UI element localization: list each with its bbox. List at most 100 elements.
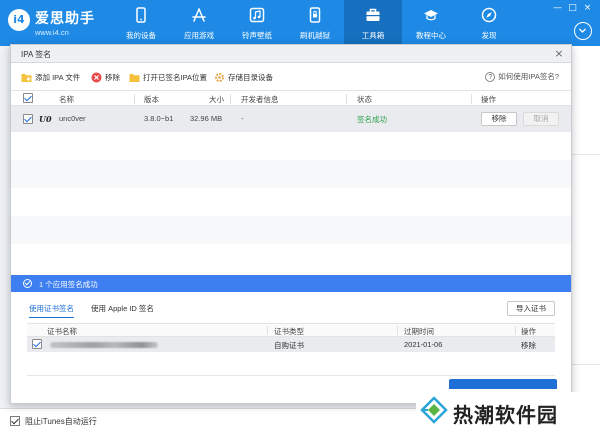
- app-version: 3.8.0~b1: [144, 114, 174, 123]
- empty-row: [11, 188, 571, 216]
- col-separator: [230, 94, 231, 104]
- row-remove-button[interactable]: 移除: [481, 112, 517, 126]
- add-ipa-button[interactable]: 添加 IPA 文件: [21, 71, 80, 83]
- col-cert-type: 证书类型: [274, 327, 304, 336]
- open-signed-location-button[interactable]: 打开已签名IPA位置: [129, 71, 207, 83]
- cert-remove-link[interactable]: 移除: [521, 340, 536, 351]
- app-size: 32.96 MB: [190, 114, 223, 123]
- add-folder-icon: [21, 73, 32, 82]
- col-separator: [267, 326, 268, 335]
- app-logo[interactable]: i4 爱思助手 www.i4.cn: [8, 6, 108, 40]
- col-separator: [397, 326, 398, 335]
- watermark-logo-icon: [420, 396, 448, 424]
- check-circle-icon: [23, 279, 32, 288]
- nav-label: 铃声壁纸: [242, 31, 272, 40]
- nav-ringtones[interactable]: 铃声壁纸: [228, 0, 286, 46]
- background-panel: [572, 46, 600, 432]
- remove-icon: [91, 72, 102, 82]
- tab-cert-sign[interactable]: 使用证书签名: [29, 303, 74, 318]
- phone-icon: [136, 7, 146, 23]
- help-link[interactable]: ? 如何使用IPA签名?: [485, 71, 559, 82]
- row-cancel-button[interactable]: 取消: [523, 112, 559, 126]
- lock-phone-icon: [309, 7, 321, 23]
- col-separator: [134, 94, 135, 104]
- tab-apple-id-sign[interactable]: 使用 Apple ID 签名: [91, 303, 154, 317]
- open-location-label: 打开已签名IPA位置: [143, 72, 208, 82]
- maximize-button[interactable]: □: [566, 3, 579, 14]
- nav-label: 教程中心: [416, 31, 446, 40]
- cert-expiry: 2021-01-06: [404, 340, 443, 349]
- nav-tutorials[interactable]: 教程中心: [402, 0, 460, 46]
- nav-toolbox[interactable]: 工具箱: [344, 0, 402, 46]
- app-url: www.i4.cn: [35, 28, 69, 37]
- col-cert-action: 操作: [521, 327, 536, 336]
- app-store-icon: [192, 8, 206, 22]
- start-sign-button[interactable]: [449, 379, 557, 389]
- add-ipa-label: 添加 IPA 文件: [35, 72, 81, 82]
- storage-dir-label: 存储目录设备: [228, 72, 273, 82]
- nav-label: 应用游戏: [184, 31, 214, 40]
- col-separator: [346, 94, 347, 104]
- block-itunes-checkbox[interactable]: [10, 416, 20, 426]
- dialog-title-bar: IPA 签名 ×: [11, 45, 571, 63]
- music-icon: [249, 7, 265, 23]
- col-action: 操作: [481, 95, 496, 104]
- ipa-sign-dialog: IPA 签名 × 添加 IPA 文件 移除 打开已签名IPA位置 存储目录设备 …: [10, 44, 572, 404]
- window-close-button[interactable]: ×: [581, 3, 594, 14]
- nav-label: 工具箱: [361, 31, 385, 40]
- remove-label: 移除: [105, 72, 120, 82]
- col-status: 状态: [357, 95, 372, 104]
- cert-table-header: 证书名称 证书类型 过期时间 操作: [27, 323, 555, 337]
- nav-discover[interactable]: 发现: [460, 0, 518, 46]
- empty-row: [11, 160, 571, 188]
- storage-dir-button[interactable]: 存储目录设备: [214, 71, 273, 83]
- nav-flash-jailbreak[interactable]: 刷机越狱: [286, 0, 344, 46]
- logo-badge-icon: i4: [8, 9, 30, 31]
- table-row[interactable]: 自购证书 2021-01-06 移除: [27, 337, 555, 352]
- compass-icon: [481, 7, 497, 23]
- row-checkbox[interactable]: [23, 114, 33, 124]
- nav-my-device[interactable]: 我的设备: [112, 0, 170, 46]
- developer-info: -: [241, 114, 244, 123]
- watermark-text: 热潮软件园: [453, 403, 558, 427]
- nav-label: 我的设备: [126, 31, 156, 40]
- ipa-table-header: 名称 版本 大小 开发者信息 状态 操作: [11, 90, 571, 106]
- ipa-table-body: U0 unc0ver 3.8.0~b1 32.96 MB - 签名成功 移除 取…: [11, 106, 571, 276]
- settings-gear-icon: [215, 72, 224, 82]
- block-itunes-label: 阻止iTunes自动运行: [25, 417, 97, 426]
- nav-label: 刷机越狱: [300, 31, 330, 40]
- col-cert-name: 证书名称: [47, 327, 77, 336]
- app-name: unc0ver: [59, 114, 86, 123]
- dialog-close-button[interactable]: ×: [553, 48, 565, 60]
- status-message: 1 个应用签名成功: [39, 280, 98, 289]
- remove-button[interactable]: 移除: [91, 71, 120, 83]
- download-button[interactable]: [574, 22, 592, 40]
- cert-row-checkbox[interactable]: [32, 339, 42, 349]
- col-developer: 开发者信息: [241, 95, 279, 104]
- nav-label: 发现: [481, 31, 497, 40]
- toolbox-icon: [366, 8, 380, 21]
- select-all-checkbox[interactable]: [23, 93, 33, 103]
- minimize-button[interactable]: —: [551, 3, 564, 14]
- divider: [572, 154, 600, 155]
- col-separator: [515, 326, 516, 335]
- empty-row: [11, 244, 571, 272]
- empty-row: [11, 216, 571, 244]
- col-name: 名称: [59, 95, 74, 104]
- dialog-title: IPA 签名: [21, 50, 52, 59]
- app-name: 爱思助手: [35, 10, 95, 26]
- nav-apps-games[interactable]: 应用游戏: [170, 0, 228, 46]
- sign-status-bar: 1 个应用签名成功: [11, 275, 571, 292]
- import-cert-button[interactable]: 导入证书: [507, 301, 555, 316]
- col-separator: [471, 94, 472, 104]
- cert-type: 自购证书: [274, 341, 304, 350]
- cert-name-redacted: [50, 342, 158, 348]
- empty-row: [11, 132, 571, 160]
- window-controls: — □ ×: [551, 3, 594, 14]
- cert-tabs: 使用证书签名 使用 Apple ID 签名 导入证书: [11, 297, 571, 318]
- folder-icon: [129, 73, 140, 82]
- top-header: i4 爱思助手 www.i4.cn 我的设备 应用游戏 铃声壁纸 刷机越狱 工具…: [0, 0, 600, 46]
- unc0ver-app-icon: U0: [39, 114, 52, 124]
- table-row[interactable]: U0 unc0ver 3.8.0~b1 32.96 MB - 签名成功 移除 取…: [11, 106, 571, 132]
- download-arrow-icon: [579, 28, 586, 33]
